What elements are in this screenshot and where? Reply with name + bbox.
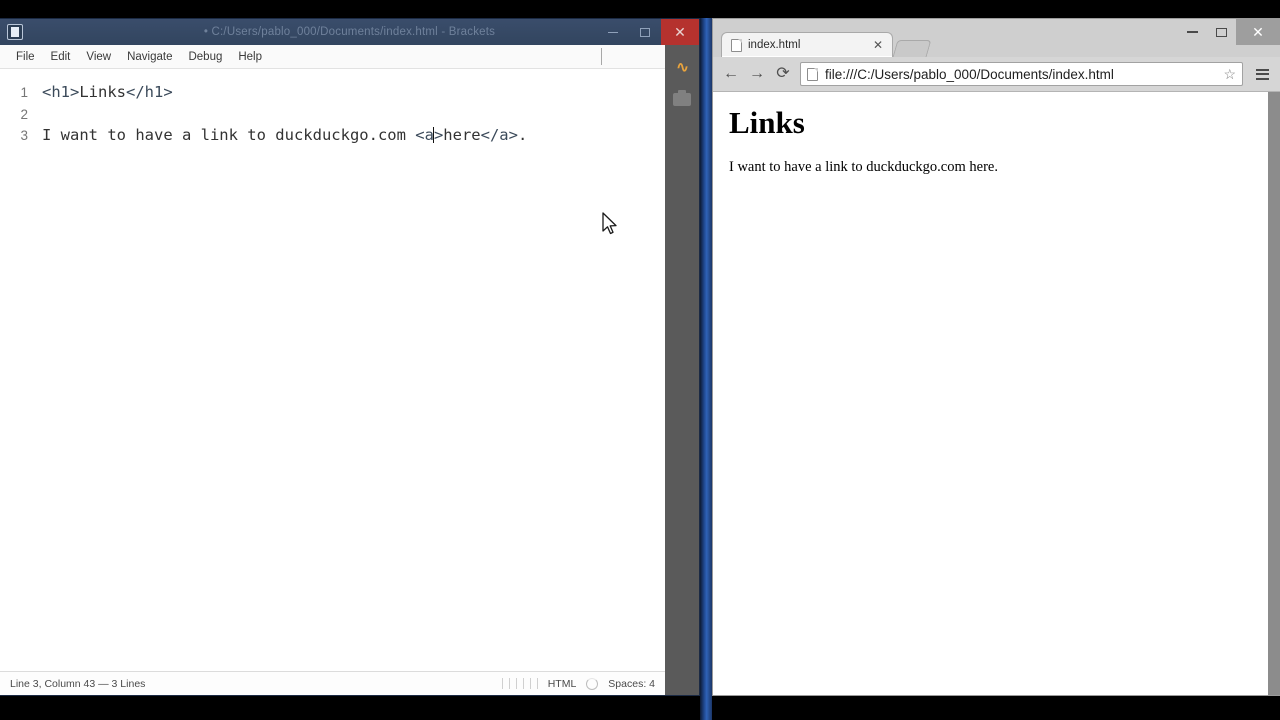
brackets-body: File Edit View Navigate Debug Help 1 <h1… [0,45,699,695]
chrome-maximize-button[interactable] [1207,19,1236,45]
bookmark-star-icon[interactable]: ☆ [1223,66,1238,83]
code-line: 2 [0,104,665,126]
chrome-window: ✕ index.html ✕ ← → ⟳ file:///C:/Users/pa… [712,18,1280,696]
window-separator-top [700,0,712,18]
page-vertical-scrollbar[interactable] [1268,92,1280,695]
code-token-tag: </a> [480,126,518,144]
code-line: 1 <h1>Links</h1> [0,82,665,104]
code-token-text: Links [79,83,126,101]
menu-item-debug[interactable]: Debug [180,48,230,66]
code-token-text: I want to have a link to duckduckgo.com [42,126,416,144]
menu-item-help[interactable]: Help [230,48,270,66]
chrome-tabstrip: index.html ✕ [721,31,932,57]
menu-item-navigate[interactable]: Navigate [119,48,180,66]
chrome-window-controls: ✕ [1178,19,1280,45]
brackets-maximize-button[interactable] [629,19,661,45]
code-token-text: here [443,126,481,144]
code-content[interactable]: 1 <h1>Links</h1> 2 3 I want to have a li… [0,69,665,147]
lightning-bolt-icon: ∿ [676,58,689,76]
brackets-statusbar: Line 3, Column 43 — 3 Lines HTML Spaces:… [0,671,665,695]
back-button[interactable]: ← [720,63,742,85]
chrome-menu-button[interactable] [1251,63,1273,85]
page-info-icon [807,67,818,81]
extension-manager-icon [673,89,691,106]
window-separator [700,0,712,720]
page-heading: Links [729,105,805,140]
line-text[interactable]: I want to have a link to duckduckgo.com … [42,125,527,147]
brackets-menubar: File Edit View Navigate Debug Help [0,45,665,69]
brackets-app-icon [7,24,23,40]
maximize-icon [640,27,650,37]
code-editor[interactable]: 1 <h1>Links</h1> 2 3 I want to have a li… [0,69,665,671]
brackets-window: • C:/Users/pablo_000/Documents/index.htm… [0,18,700,696]
chrome-toolbar: ← → ⟳ file:///C:/Users/pablo_000/Documen… [713,57,1280,92]
language-selector[interactable]: HTML [548,678,577,690]
code-token-tag: </h1> [126,83,173,101]
address-bar-url: file:///C:/Users/pablo_000/Documents/ind… [825,66,1114,82]
code-token-tag: <h1> [42,83,80,101]
forward-button[interactable]: → [746,63,768,85]
code-token-text: . [517,126,528,144]
statusbar-ticks [501,678,538,689]
reload-button[interactable]: ⟳ [772,63,794,85]
screen: • C:/Users/pablo_000/Documents/index.htm… [0,0,1280,720]
cursor-position-status: Line 3, Column 43 — 3 Lines [10,677,146,690]
minimize-icon [608,31,618,33]
menu-item-edit[interactable]: Edit [43,48,79,66]
page-paragraph: I want to have a link to duckduckgo.com … [729,159,998,176]
minimize-icon [1187,31,1198,33]
indent-setting[interactable]: Spaces: 4 [608,678,655,690]
extension-manager-button[interactable] [671,89,693,109]
brackets-window-title: • C:/Users/pablo_000/Documents/index.htm… [203,26,496,38]
brackets-window-controls: ✕ [597,19,699,45]
hamburger-line [1255,68,1269,71]
chrome-titlebar[interactable]: ✕ index.html ✕ [713,19,1280,57]
page-favicon-icon [731,38,742,52]
browser-tab-index-html[interactable]: index.html ✕ [721,32,893,57]
brackets-main-panel: File Edit View Navigate Debug Help 1 <h1… [0,45,665,695]
hamburger-line [1255,77,1269,80]
brackets-close-button[interactable]: ✕ [661,19,699,45]
line-number: 3 [20,128,28,143]
chrome-minimize-button[interactable] [1178,19,1207,45]
menu-item-file[interactable]: File [8,48,43,66]
code-token-tag: <a [415,126,434,144]
brackets-right-toolbar: ∿ [665,45,699,695]
line-text[interactable]: <h1>Links</h1> [42,82,173,104]
hamburger-line [1255,73,1269,75]
chrome-close-button[interactable]: ✕ [1236,19,1280,45]
page-viewport: Links I want to have a link to duckduckg… [713,92,1280,695]
live-preview-button[interactable]: ∿ [671,57,693,77]
new-tab-button[interactable] [892,40,932,57]
brackets-titlebar[interactable]: • C:/Users/pablo_000/Documents/index.htm… [0,19,699,45]
line-number: 1 [20,85,28,100]
line-number: 2 [20,106,28,122]
code-line: 3 I want to have a link to duckduckgo.co… [0,125,665,147]
address-bar[interactable]: file:///C:/Users/pablo_000/Documents/ind… [800,62,1243,86]
brackets-minimize-button[interactable] [597,19,629,45]
code-token-tag: > [433,126,444,144]
busy-spinner-icon [586,677,599,690]
tab-close-icon[interactable]: ✕ [870,39,886,51]
menu-item-view[interactable]: View [78,48,119,66]
maximize-icon [1216,27,1227,37]
tab-title: index.html [748,39,801,51]
statusbar-right-group: HTML Spaces: 4 [501,677,655,690]
